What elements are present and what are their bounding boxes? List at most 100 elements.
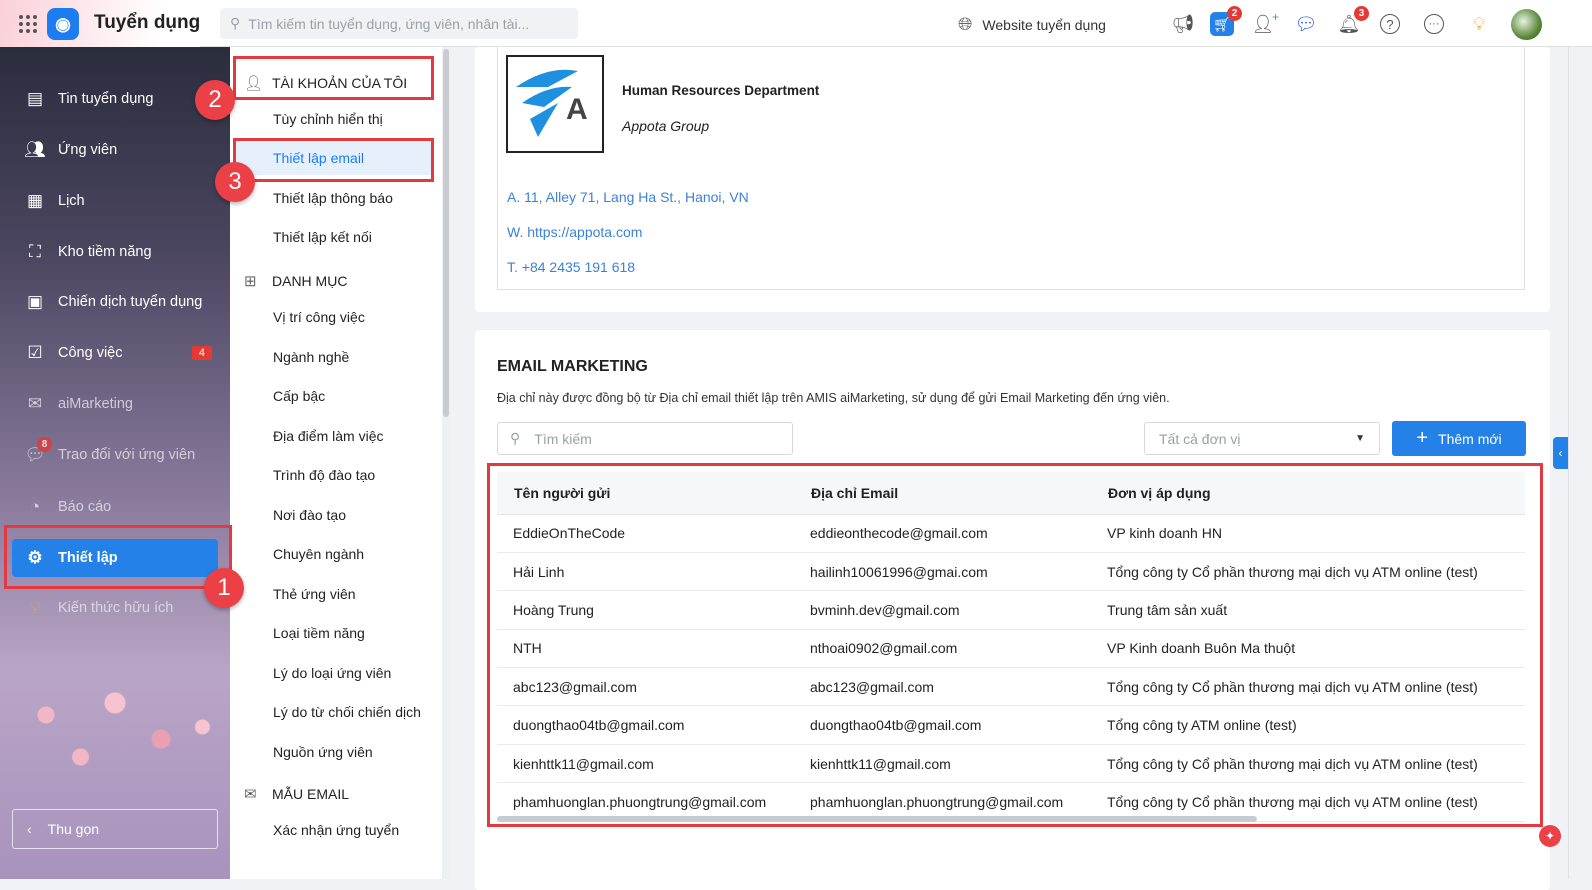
section-title: MẪU EMAIL	[272, 786, 350, 802]
svg-text:A: A	[566, 93, 588, 126]
knowledge-icon[interactable]: 💡︎	[1467, 12, 1491, 36]
sidebar-item-reports[interactable]: ◔ Báo cáo	[12, 488, 218, 526]
signature-website[interactable]: W. https://appota.com	[507, 224, 642, 240]
main-sidebar: ▤ Tin tuyển dụng 👥︎ Ứng viên ▦ Lịch ⛶ Kho ti…	[0, 47, 230, 879]
collapse-button[interactable]: ‹ Thu gọn	[12, 809, 218, 849]
annotation-box-2	[233, 56, 434, 100]
mail-icon: ✉	[27, 394, 43, 413]
section-catalog: ⊞ DANH MỤC	[244, 272, 347, 290]
menu-item-catalog[interactable]: Trình độ đào tạo	[273, 467, 375, 483]
app-grid-icon[interactable]	[19, 15, 37, 33]
sidebar-item-knowledge[interactable]: 💡︎ Kiến thức hữu ích	[12, 589, 218, 627]
menu-item-catalog[interactable]: Địa điểm làm việc	[273, 428, 383, 444]
collapse-label: Thu gọn	[47, 821, 100, 837]
sidebar-item-tasks[interactable]: ☑ Công việc 4	[12, 334, 218, 372]
sidebar-item-label: Báo cáo	[58, 499, 112, 515]
assistant-fab-icon[interactable]: ✦	[1539, 825, 1561, 847]
sidebar-item-label: aiMarketing	[58, 396, 133, 412]
megaphone-icon[interactable]: 📢︎	[1171, 12, 1195, 36]
menu-item-catalog[interactable]: Chuyên ngành	[273, 546, 364, 562]
sidebar-item-calendar[interactable]: ▦ Lịch	[12, 182, 218, 220]
cart-badge: 2	[1227, 6, 1242, 21]
mail-icon: ✉	[244, 786, 257, 803]
app-name: Tuyển dụng	[94, 12, 201, 33]
app-logo-icon: ◉	[47, 8, 79, 40]
report-icon: ◔	[29, 497, 41, 516]
menu-item-connections[interactable]: Thiết lập kết nối	[273, 229, 372, 245]
signature-address: A. 11, Alley 71, Lang Ha St., Hanoi, VN	[507, 189, 749, 205]
global-search-input[interactable]: ⚲ Tìm kiếm tin tuyển dụng, ứng viên, nhân…	[220, 8, 578, 39]
sidebar-item-label: Tin tuyển dụng	[58, 91, 154, 107]
avatar[interactable]	[1511, 9, 1542, 40]
sidebar-item-label: Kho tiềm năng	[58, 244, 152, 260]
sidebar-item-talent-pool[interactable]: ⛶ Kho tiềm năng	[12, 233, 218, 271]
cart-icon[interactable]: 🛒︎ 2	[1210, 6, 1242, 36]
email-signature-card: A Human Resources Department Appota Grou…	[475, 47, 1550, 312]
section-email-templates: ✉ MẪU EMAIL	[244, 785, 349, 803]
signature-company: Appota Group	[622, 118, 710, 134]
menu-item-display[interactable]: Tùy chỉnh hiển thị	[273, 111, 383, 127]
top-bar: ◉ Tuyển dụng ⚲ Tìm kiếm tin tuyển dụng, ứ…	[0, 0, 1592, 47]
chevron-left-icon: ‹	[27, 821, 32, 837]
sidebar-item-label: Lịch	[58, 193, 85, 209]
expand-panel-tab[interactable]: ‹	[1553, 437, 1568, 469]
annotation-box-3	[233, 138, 434, 182]
sidebar-item-aimarketing[interactable]: ✉ aiMarketing	[12, 385, 218, 423]
unit-filter-value: Tất cả đơn vị	[1159, 430, 1241, 447]
section-title: EMAIL MARKETING	[497, 358, 648, 375]
signature-department: Human Resources Department	[622, 83, 820, 98]
website-link[interactable]: 🌐︎ Website tuyển dụng	[958, 14, 1106, 35]
section-title: DANH MỤC	[272, 273, 348, 289]
page-scrollbar[interactable]	[1568, 47, 1592, 879]
bell-icon[interactable]: 🔔︎ 3	[1337, 6, 1369, 36]
menu-item-catalog[interactable]: Nơi đào tạo	[273, 507, 346, 523]
add-new-label: Thêm mới	[1438, 430, 1502, 447]
menu-item-catalog[interactable]: Nguồn ứng viên	[273, 744, 373, 760]
sidebar-item-job-posts[interactable]: ▤ Tin tuyển dụng	[12, 80, 218, 118]
plus-icon: +	[1416, 427, 1429, 449]
job-post-icon: ▤	[26, 89, 44, 108]
calendar-icon: ▦	[26, 191, 44, 210]
menu-item-catalog[interactable]: Vị trí công việc	[273, 309, 365, 325]
sidebar-item-label: Kiến thức hữu ích	[58, 600, 174, 616]
more-icon[interactable]: ···	[1424, 14, 1444, 34]
blossom-decoration	[0, 667, 230, 787]
annotation-number-1: 1	[204, 568, 244, 608]
help-icon[interactable]: ?	[1380, 14, 1400, 34]
search-icon: ⚲	[510, 430, 521, 446]
menu-scrollbar[interactable]	[442, 47, 450, 879]
sidebar-item-label: Trao đổi với ứng viên	[58, 447, 196, 463]
website-link-label: Website tuyển dụng	[982, 16, 1106, 33]
menu-item-catalog[interactable]: Ngành nghề	[273, 349, 349, 365]
unit-filter-select[interactable]: Tất cả đơn vị ▼	[1144, 422, 1380, 455]
sidebar-item-label: Ứng viên	[58, 142, 118, 158]
menu-item-catalog[interactable]: Lý do loại ứng viên	[273, 665, 391, 681]
chat-icon: 💬︎ 8	[24, 437, 52, 465]
menu-item-apply-confirmation[interactable]: Xác nhận ứng tuyển	[273, 822, 399, 838]
talent-pool-icon: ⛶	[29, 242, 41, 261]
chat-badge: 8	[37, 437, 52, 452]
annotation-number-3: 3	[215, 162, 255, 202]
add-new-button[interactable]: + Thêm mới	[1392, 421, 1526, 456]
add-user-icon[interactable]: 👤︎ +	[1251, 10, 1279, 36]
section-description: Địa chỉ này được đồng bộ từ Địa chỉ emai…	[497, 391, 1170, 405]
task-icon: ☑	[27, 343, 43, 362]
sidebar-item-label: Công việc	[58, 345, 123, 361]
sender-search-input[interactable]: ⚲ Tìm kiếm	[497, 422, 793, 455]
sidebar-item-candidates[interactable]: 👥︎ Ứng viên	[12, 131, 218, 169]
sidebar-item-chat[interactable]: 💬︎ 8 Trao đổi với ứng viên	[12, 436, 218, 474]
sidebar-item-label: Chiến dịch tuyển dụng	[58, 294, 203, 310]
menu-item-catalog[interactable]: Lý do từ chối chiến dịch	[273, 704, 421, 720]
search-placeholder: Tìm kiếm tin tuyển dụng, ứng viên, nhân …	[248, 15, 530, 32]
caret-down-icon: ▼	[1355, 433, 1365, 444]
menu-item-catalog[interactable]: Loại tiềm năng	[273, 625, 365, 641]
signature-preview: A Human Resources Department Appota Grou…	[497, 47, 1525, 290]
annotation-number-2: 2	[195, 80, 235, 120]
annotation-box-table	[487, 463, 1543, 827]
menu-item-notifications[interactable]: Thiết lập thông báo	[273, 190, 393, 206]
signature-phone: T. +84 2435 191 618	[507, 259, 636, 275]
menu-item-catalog[interactable]: Cấp bậc	[273, 388, 325, 404]
menu-item-catalog[interactable]: Thẻ ứng viên	[273, 586, 356, 602]
sidebar-item-campaigns[interactable]: ▣ Chiến dịch tuyển dụng	[12, 283, 218, 321]
messenger-icon[interactable]: 💬︎	[1294, 12, 1318, 36]
